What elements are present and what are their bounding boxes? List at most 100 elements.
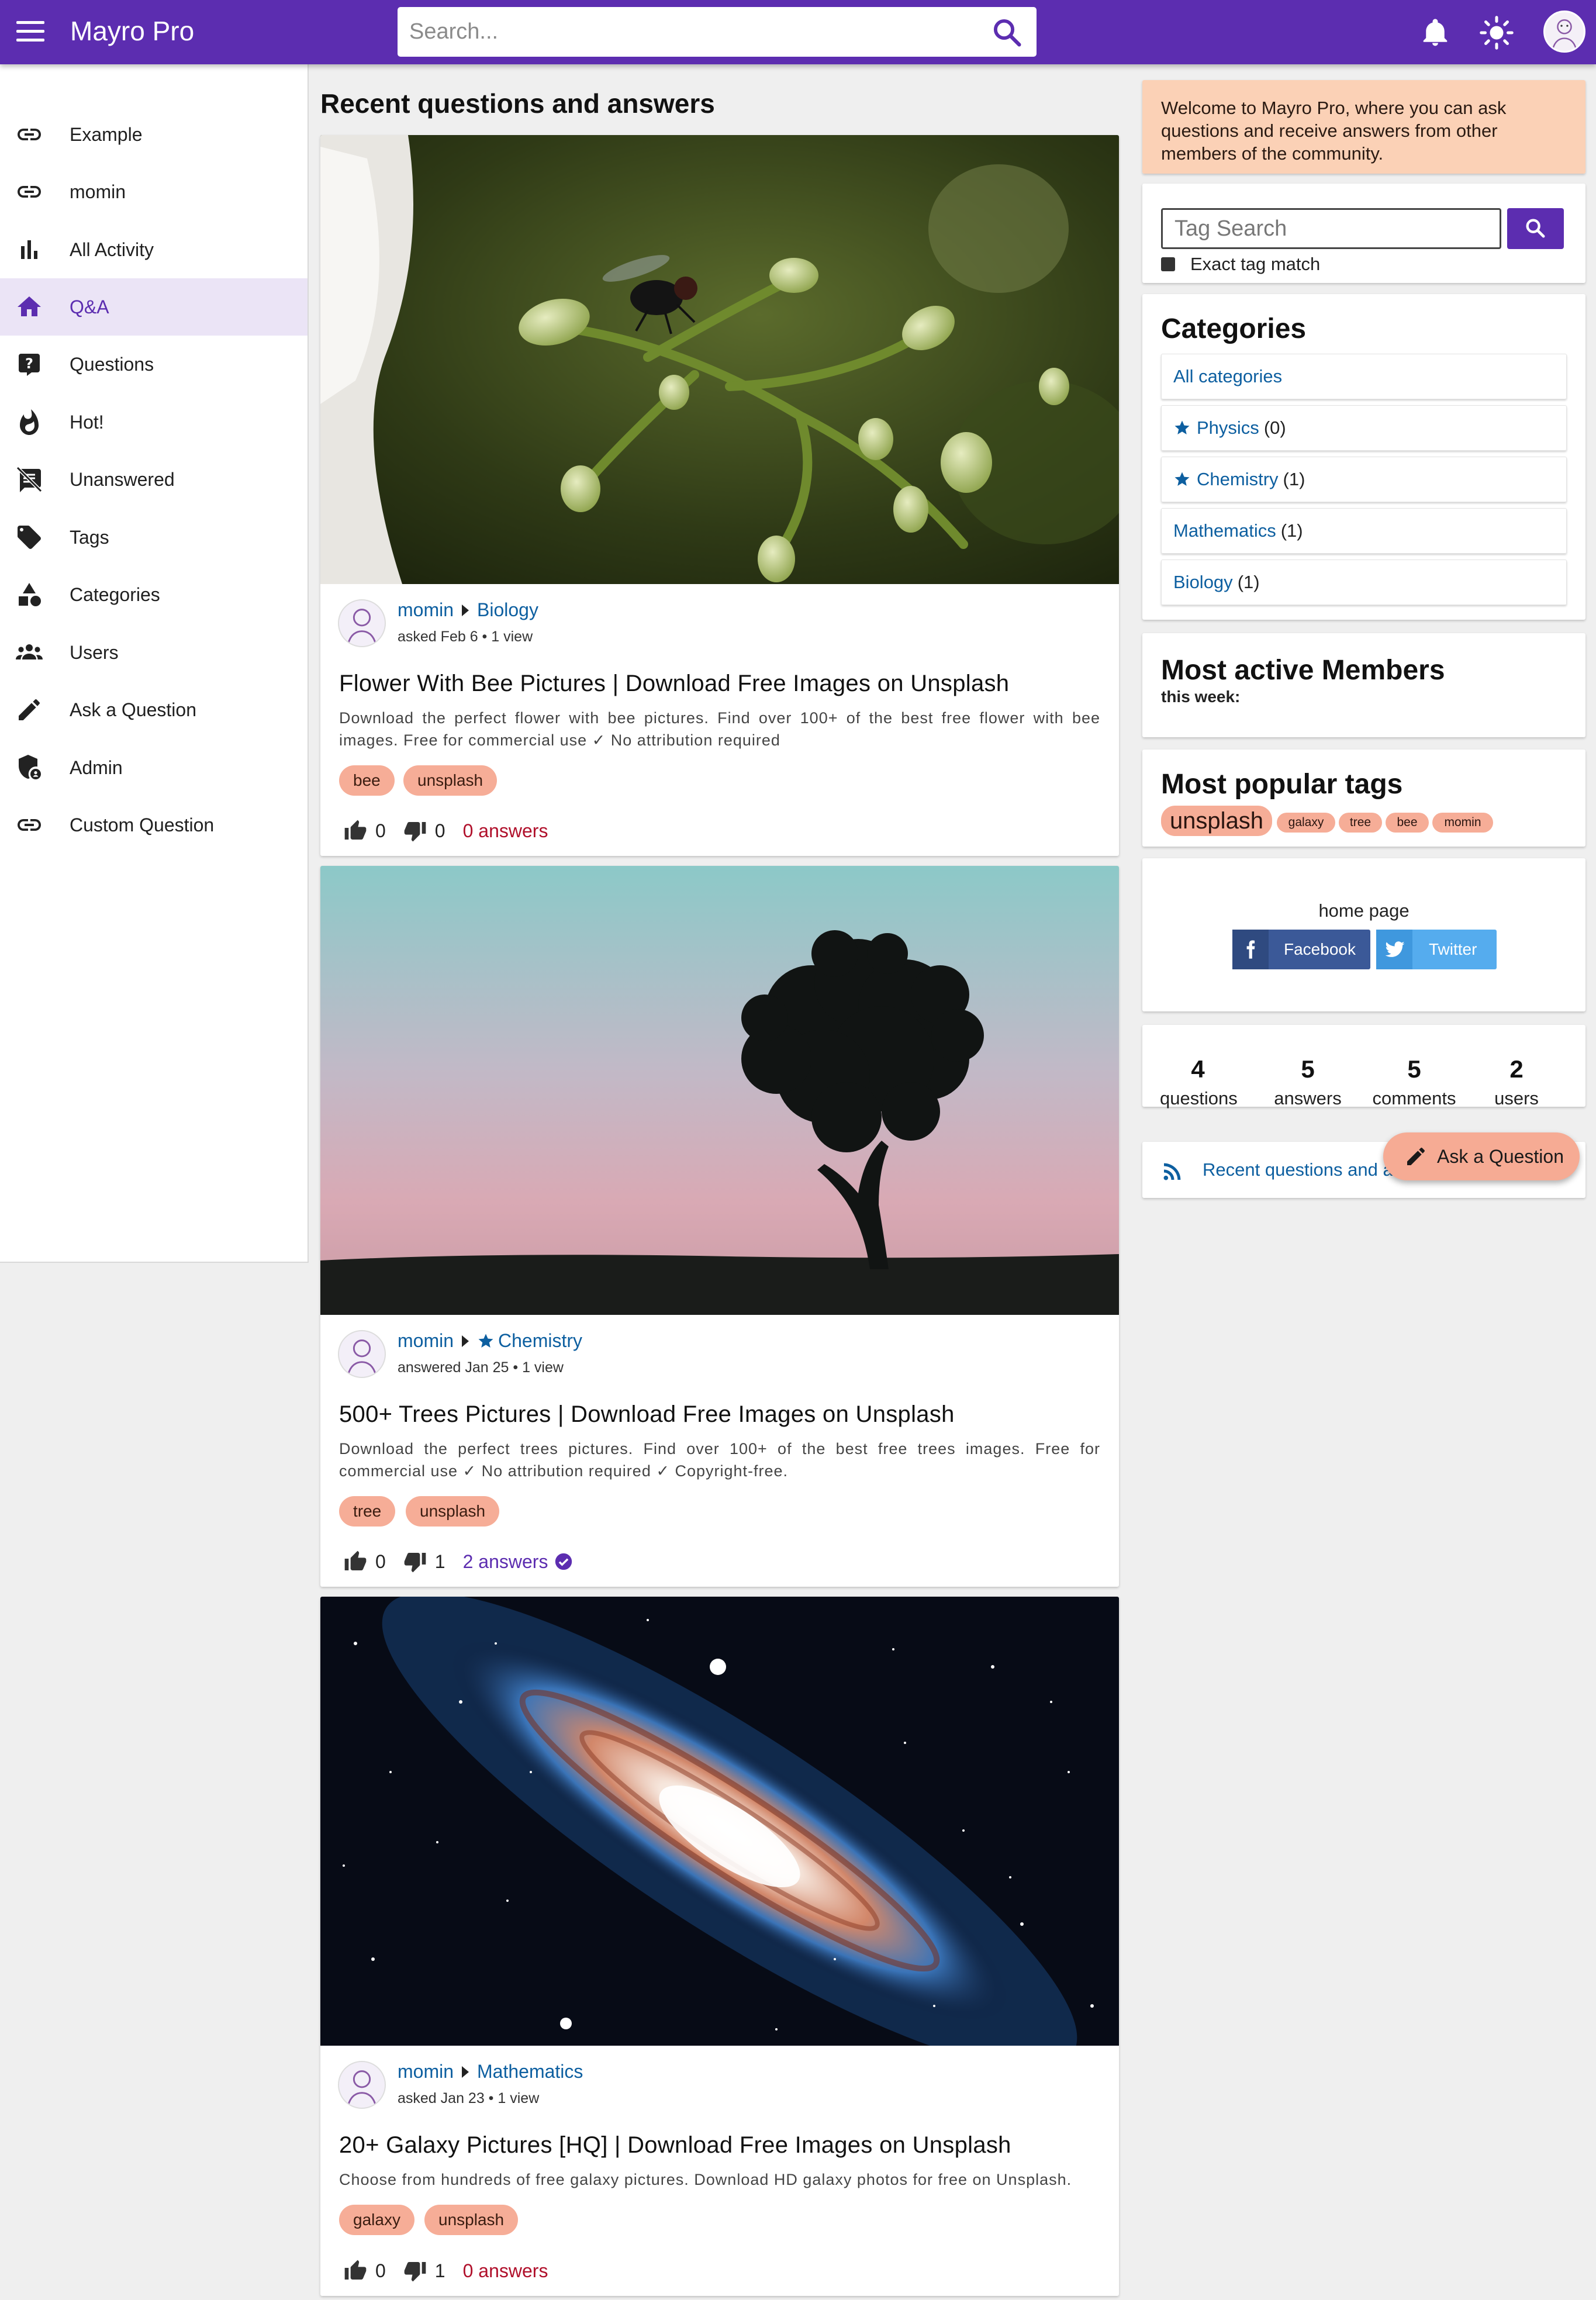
thumb-down-icon[interactable] (403, 2259, 427, 2282)
share-panel: home page Facebook Twitter (1142, 858, 1585, 1011)
tag-chip[interactable]: bee (339, 765, 395, 796)
tag-chip[interactable]: tree (339, 1496, 396, 1527)
comment-off-icon (16, 466, 43, 493)
tag-icon (18, 526, 41, 549)
views-text: 1 view (522, 1359, 564, 1376)
question-meta: momin Mathematics (398, 2061, 583, 2083)
sidebar-item-qa[interactable]: Q&A (0, 278, 308, 336)
author-link[interactable]: momin (398, 1330, 454, 1352)
thumb-up-icon[interactable] (344, 2259, 367, 2282)
thumb-up-icon[interactable] (344, 1550, 367, 1573)
category-count: (0) (1263, 417, 1286, 438)
upvote-count: 0 (375, 1550, 386, 1572)
question-image-flower[interactable] (320, 135, 1119, 584)
question-image-tree[interactable] (320, 866, 1119, 1315)
popular-tag[interactable]: unsplash (1161, 806, 1272, 836)
notification-bell-icon[interactable] (1419, 16, 1451, 49)
date-text[interactable]: Jan 23 (441, 2090, 485, 2106)
answers-count-link[interactable]: 0 answers (463, 2260, 548, 2282)
category-link[interactable]: Mathematics (477, 2061, 583, 2083)
category-count: (1) (1237, 572, 1260, 592)
sidebar-item-all-activity[interactable]: All Activity (0, 221, 308, 278)
sidebar-item-admin[interactable]: Admin (0, 739, 308, 796)
author-avatar[interactable] (338, 2061, 386, 2109)
category-item-mathematics[interactable]: Mathematics (1) (1161, 508, 1567, 554)
tag-chip[interactable]: unsplash (403, 765, 498, 796)
theme-toggle-sun-icon[interactable] (1479, 15, 1514, 50)
category-item-all[interactable]: All categories (1161, 354, 1567, 399)
sidebar-item-label: Users (70, 641, 119, 663)
sidebar-item-users[interactable]: Users (0, 624, 308, 681)
ask-question-fab[interactable]: Ask a Question (1383, 1132, 1580, 1180)
category-name: Chemistry (498, 1330, 583, 1351)
question-title[interactable]: 500+ Trees Pictures | Download Free Imag… (339, 1401, 955, 1428)
stat-answers: 5 answers (1270, 1055, 1346, 1109)
question-title[interactable]: Flower With Bee Pictures | Download Free… (339, 671, 1009, 697)
search-input[interactable] (398, 8, 959, 56)
hamburger-menu-icon[interactable] (16, 21, 44, 42)
stat-questions: 4 questions (1160, 1055, 1238, 1109)
tag-search-input[interactable] (1161, 208, 1501, 249)
popular-tag[interactable]: galaxy (1277, 813, 1335, 833)
author-avatar[interactable] (338, 1330, 386, 1378)
sidebar-item-custom-question[interactable]: Custom Question (0, 796, 308, 854)
categories-panel: Categories All categories Physics (0) Ch… (1142, 294, 1585, 620)
answers-count-link[interactable]: 0 answers (463, 820, 548, 842)
author-link[interactable]: momin (398, 599, 454, 621)
rss-feed-icon[interactable] (1161, 1159, 1184, 1183)
exact-match-checkbox[interactable] (1161, 257, 1175, 271)
author-avatar[interactable] (338, 599, 386, 647)
sidebar-item-unanswered[interactable]: Unanswered (0, 451, 308, 508)
question-when: asked Jan 23 • 1 view (398, 2090, 540, 2106)
svg-text:?: ? (25, 355, 33, 372)
question-title[interactable]: 20+ Galaxy Pictures [HQ] | Download Free… (339, 2132, 1011, 2159)
stat-value: 2 (1509, 1055, 1524, 1083)
sidebar-item-questions[interactable]: ? Questions (0, 336, 308, 393)
question-description: Choose from hundreds of free galaxy pict… (339, 2171, 1072, 2188)
tag-chip[interactable]: unsplash (424, 2205, 519, 2235)
category-item-biology[interactable]: Biology (1) (1161, 560, 1567, 605)
answers-count-link[interactable]: 2 answers (463, 1551, 548, 1573)
sidebar-item-label: Admin (70, 757, 123, 778)
sidebar-item-ask-a-question[interactable]: Ask a Question (0, 681, 308, 738)
flame-icon (20, 409, 39, 435)
sidebar-item-label: Custom Question (70, 814, 215, 835)
popular-tag[interactable]: tree (1339, 813, 1382, 833)
star-icon (478, 1334, 493, 1348)
popular-tag[interactable]: bee (1386, 813, 1429, 833)
search-icon[interactable] (991, 16, 1022, 48)
facebook-share-button[interactable]: Facebook (1232, 930, 1370, 969)
popular-tag[interactable]: momin (1432, 813, 1493, 833)
question-when: asked Feb 6 • 1 view (398, 628, 533, 645)
date-text[interactable]: Feb 6 (441, 628, 478, 645)
category-name: Mathematics (1173, 520, 1276, 541)
sidebar-item-example[interactable]: Example (0, 106, 308, 163)
user-avatar[interactable] (1543, 11, 1585, 53)
tag-chip[interactable]: unsplash (406, 1496, 500, 1527)
thumb-down-icon[interactable] (403, 819, 427, 842)
thumb-up-icon[interactable] (344, 819, 367, 842)
category-link[interactable]: Biology (477, 599, 538, 621)
tag-search-button[interactable] (1507, 208, 1564, 249)
category-item-chemistry[interactable]: Chemistry (1) (1161, 457, 1567, 502)
views-text: 1 view (491, 628, 533, 645)
downvote-count: 1 (434, 1550, 445, 1572)
stat-users: 2 users (1478, 1055, 1554, 1109)
thumb-down-icon[interactable] (403, 1550, 427, 1573)
sidebar-item-tags[interactable]: Tags (0, 509, 308, 566)
app-title[interactable]: Mayro Pro (70, 15, 194, 47)
question-card: momin Mathematics asked Jan 23 • 1 view … (320, 1597, 1119, 2296)
downvote-count: 1 (434, 2260, 445, 2281)
sidebar-item-categories[interactable]: Categories (0, 566, 308, 623)
tag-chip[interactable]: galaxy (339, 2205, 414, 2235)
twitter-share-button[interactable]: Twitter (1376, 930, 1497, 969)
category-name: All categories (1173, 366, 1283, 386)
popular-tags-heading: Most popular tags (1161, 769, 1403, 800)
category-link[interactable]: Chemistry (477, 1330, 582, 1352)
date-text[interactable]: Jan 25 (465, 1359, 509, 1376)
sidebar-item-hot[interactable]: Hot! (0, 393, 308, 451)
sidebar-item-momin[interactable]: momin (0, 163, 308, 220)
author-link[interactable]: momin (398, 2061, 454, 2083)
question-image-galaxy[interactable] (320, 1597, 1119, 2046)
category-item-physics[interactable]: Physics (0) (1161, 405, 1567, 451)
